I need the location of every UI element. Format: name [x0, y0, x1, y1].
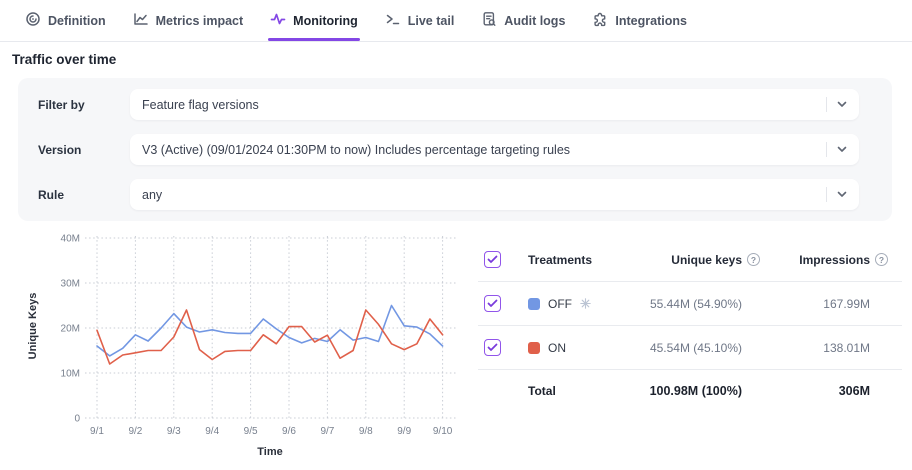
checkmark-icon: [487, 255, 498, 264]
svg-text:9/1: 9/1: [90, 426, 104, 437]
rule-value: any: [142, 188, 162, 202]
help-icon[interactable]: ?: [875, 253, 888, 266]
rule-select[interactable]: any: [130, 179, 859, 210]
svg-text:0: 0: [74, 414, 80, 425]
svg-text:9/5: 9/5: [244, 426, 258, 437]
svg-text:9/7: 9/7: [320, 426, 334, 437]
snowflake-default-treatment-icon: [580, 298, 591, 309]
monitoring-page: Definition Metrics impact Monitoring Liv…: [0, 0, 912, 470]
x-axis-label: Time: [257, 446, 282, 458]
total-impressions: 306M: [760, 384, 888, 398]
help-icon[interactable]: ?: [747, 253, 760, 266]
filter-row-version: Version V3 (Active) (09/01/2024 01:30PM …: [38, 134, 859, 165]
page-title: Traffic over time: [12, 52, 116, 67]
tab-label: Monitoring: [293, 14, 358, 28]
tab-bar: Definition Metrics impact Monitoring Liv…: [0, 0, 912, 42]
total-row: Total 100.98M (100%) 306M: [478, 370, 902, 412]
line-chart-icon: [133, 11, 149, 30]
svg-text:9/8: 9/8: [359, 426, 373, 437]
svg-text:9/4: 9/4: [205, 426, 219, 437]
treatment-swatch-off: [528, 298, 540, 310]
traffic-chart: Unique Keys 9/19/29/39/49/59/69/79/89/99…: [0, 226, 474, 470]
svg-text:9/10: 9/10: [433, 426, 453, 437]
target-gauge-icon: [25, 11, 41, 30]
tab-audit-logs[interactable]: Audit logs: [481, 0, 565, 41]
impressions-value: 167.99M: [760, 297, 888, 311]
svg-text:20M: 20M: [61, 324, 80, 335]
row-checkbox-off[interactable]: [484, 295, 501, 312]
version-value: V3 (Active) (09/01/2024 01:30PM to now) …: [142, 143, 570, 157]
svg-text:9/3: 9/3: [167, 426, 181, 437]
chevron-down-icon: [837, 191, 847, 198]
chevron-down-icon: [837, 101, 847, 108]
svg-text:9/2: 9/2: [128, 426, 142, 437]
treatments-table: Treatments Unique keys ? Impressions ? O…: [478, 238, 902, 412]
document-search-icon: [481, 11, 497, 30]
terminal-icon: [385, 11, 401, 30]
filter-row-rule: Rule any: [38, 179, 859, 210]
treatment-row-on: ON 45.54M (45.10%) 138.01M: [478, 326, 902, 370]
unique-keys-value: 55.44M (54.90%): [604, 297, 760, 311]
treatment-label: ON: [548, 341, 566, 355]
filter-by-value: Feature flag versions: [142, 98, 259, 112]
chevron-down-icon: [837, 146, 847, 153]
tab-label: Live tail: [408, 14, 455, 28]
treatments-column-header: Treatments: [528, 253, 604, 267]
svg-text:9/6: 9/6: [282, 426, 296, 437]
activity-pulse-icon: [270, 11, 286, 30]
impressions-column-header: Impressions ?: [760, 253, 888, 267]
tab-label: Definition: [48, 14, 106, 28]
svg-text:40M: 40M: [61, 234, 80, 245]
checkmark-icon: [487, 343, 498, 352]
rule-label: Rule: [38, 188, 130, 202]
puzzle-icon: [592, 11, 608, 30]
unique-keys-column-header: Unique keys ?: [604, 253, 760, 267]
filter-by-label: Filter by: [38, 98, 130, 112]
filter-panel: Filter by Feature flag versions Version …: [18, 78, 892, 221]
svg-text:9/9: 9/9: [397, 426, 411, 437]
table-header-row: Treatments Unique keys ? Impressions ?: [478, 238, 902, 282]
y-axis-label: Unique Keys: [27, 293, 39, 360]
tab-metrics-impact[interactable]: Metrics impact: [133, 0, 244, 41]
impressions-value: 138.01M: [760, 341, 888, 355]
checkmark-icon: [487, 299, 498, 308]
version-label: Version: [38, 143, 130, 157]
tab-label: Audit logs: [504, 14, 565, 28]
tab-monitoring[interactable]: Monitoring: [270, 0, 358, 41]
svg-text:10M: 10M: [61, 369, 80, 380]
version-select[interactable]: V3 (Active) (09/01/2024 01:30PM to now) …: [130, 134, 859, 165]
traffic-chart-svg: 9/1 9/2 9/3 9/4 9/5 9/6 9/7 9/8 9/9 9/10 0 10M 20M 30…: [0, 226, 474, 470]
tab-integrations[interactable]: Integrations: [592, 0, 687, 41]
total-unique-keys: 100.98M (100%): [604, 384, 760, 398]
tab-definition[interactable]: Definition: [25, 0, 106, 41]
select-all-checkbox[interactable]: [484, 251, 501, 268]
unique-keys-value: 45.54M (45.10%): [604, 341, 760, 355]
tab-label: Metrics impact: [156, 14, 244, 28]
svg-text:30M: 30M: [61, 279, 80, 290]
select-divider: [826, 187, 827, 202]
treatment-row-off: OFF 55.44M (54.90%) 167.99M: [478, 282, 902, 326]
row-checkbox-on[interactable]: [484, 339, 501, 356]
treatment-label: OFF: [548, 297, 572, 311]
filter-row-filter-by: Filter by Feature flag versions: [38, 89, 859, 120]
select-divider: [826, 142, 827, 157]
tab-live-tail[interactable]: Live tail: [385, 0, 455, 41]
total-label: Total: [528, 384, 604, 398]
tab-label: Integrations: [615, 14, 687, 28]
select-divider: [826, 97, 827, 112]
treatment-swatch-on: [528, 342, 540, 354]
filter-by-select[interactable]: Feature flag versions: [130, 89, 859, 120]
